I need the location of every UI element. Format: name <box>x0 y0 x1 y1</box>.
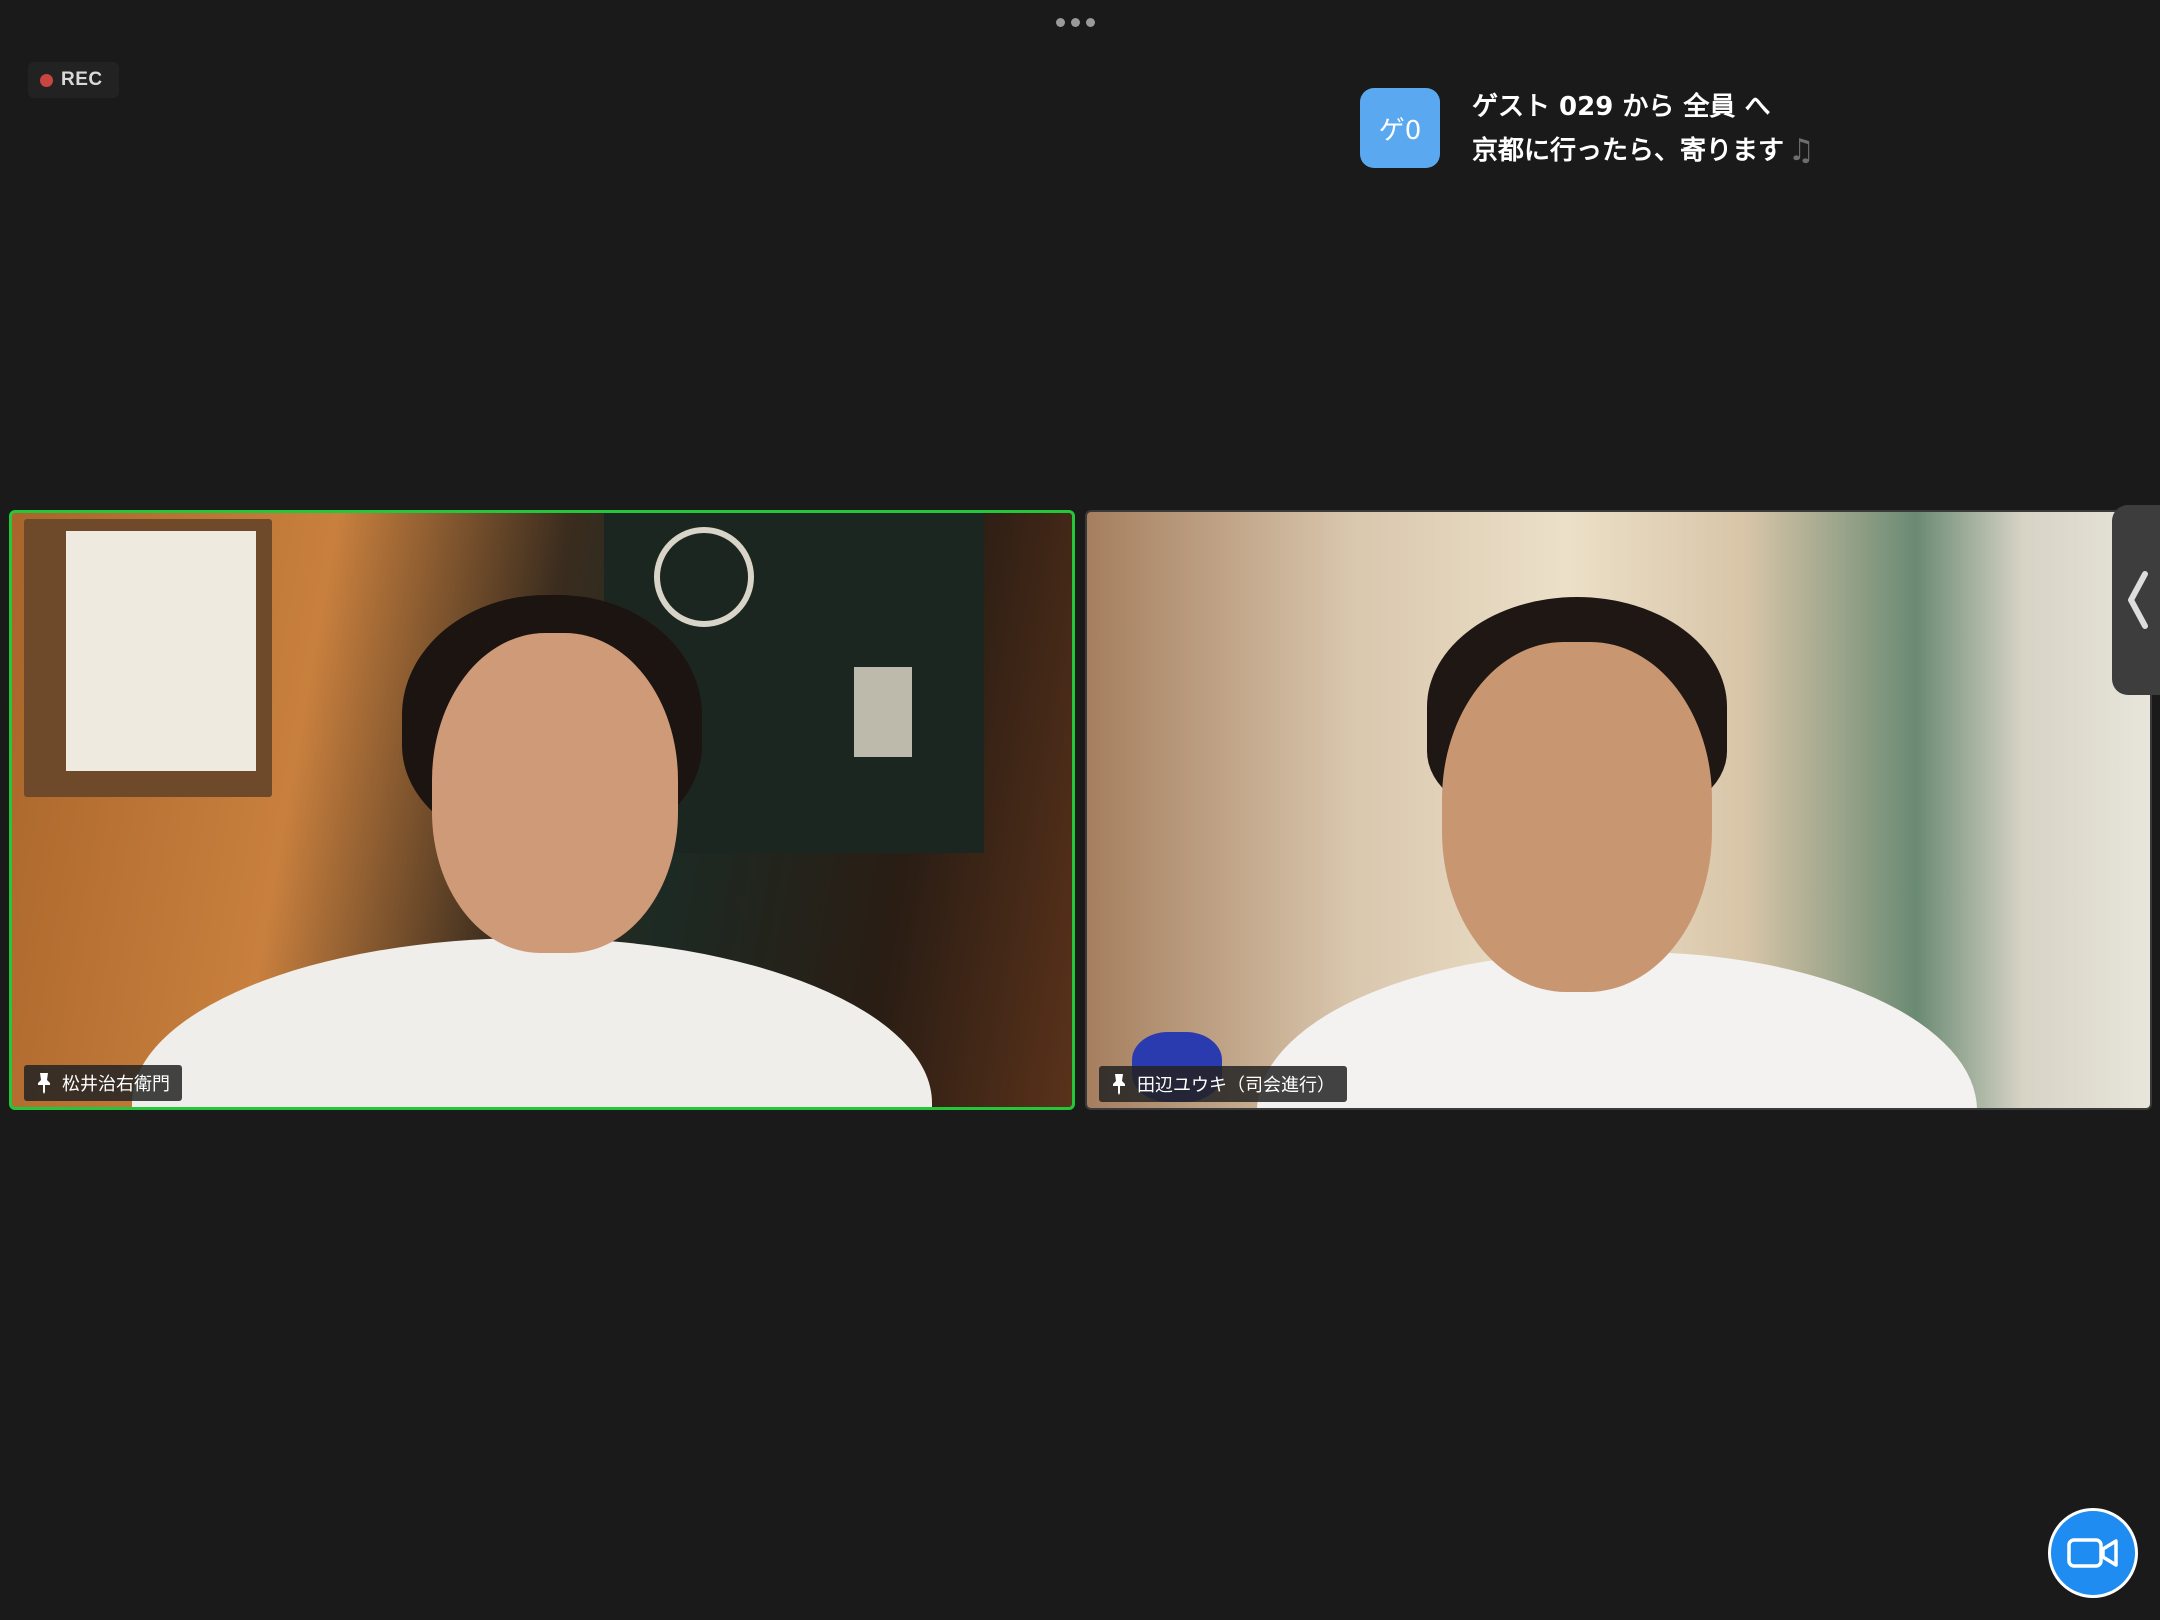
more-options-button[interactable] <box>1056 18 1095 27</box>
sender-avatar-initials: ゲ0 <box>1378 115 1422 146</box>
chat-message-line: 京都に行ったら、寄ります ♫ <box>1472 134 1815 168</box>
video-tile-participant-1[interactable]: 松井治右衛門 <box>9 510 1075 1110</box>
participant-name: 田辺ユウキ（司会進行） <box>1137 1075 1335 1096</box>
participant-name: 松井治右衛門 <box>62 1074 170 1095</box>
video-camera-icon <box>2067 1538 2118 1568</box>
participant-name-tag: 田辺ユウキ（司会進行） <box>1099 1066 1347 1102</box>
video-frame-person-body <box>132 938 932 1107</box>
video-frame-person-face <box>432 633 678 953</box>
camera-toggle-button[interactable] <box>2048 1508 2138 1598</box>
recording-badge: REC <box>28 62 119 98</box>
side-panel-toggle[interactable] <box>2112 505 2160 695</box>
recording-label: REC <box>61 69 103 90</box>
chat-message-text: 京都に行ったら、寄ります <box>1472 136 1785 166</box>
pin-icon <box>38 1073 50 1094</box>
more-dot <box>1086 18 1095 27</box>
recording-dot-icon <box>40 73 53 87</box>
video-frame-person-face <box>1442 642 1712 992</box>
chat-notification[interactable]: ゲ0 ゲスト 029 から 全員 へ 京都に行ったら、寄ります ♫ <box>1360 88 1815 168</box>
pin-icon <box>1113 1074 1125 1095</box>
chat-sender-line: ゲスト 029 から 全員 へ <box>1472 92 1771 122</box>
more-dot <box>1056 18 1065 27</box>
chat-text: ゲスト 029 から 全員 へ 京都に行ったら、寄ります ♫ <box>1472 88 1815 168</box>
video-tile-participant-2[interactable]: 田辺ユウキ（司会進行） <box>1085 510 2152 1110</box>
video-frame-scroll <box>24 519 272 797</box>
music-note-icon: ♫ <box>1788 133 1815 168</box>
participant-name-tag: 松井治右衛門 <box>24 1065 182 1101</box>
sender-avatar: ゲ0 <box>1360 88 1440 168</box>
chevron-left-icon <box>2128 571 2148 629</box>
more-dot <box>1071 18 1080 27</box>
